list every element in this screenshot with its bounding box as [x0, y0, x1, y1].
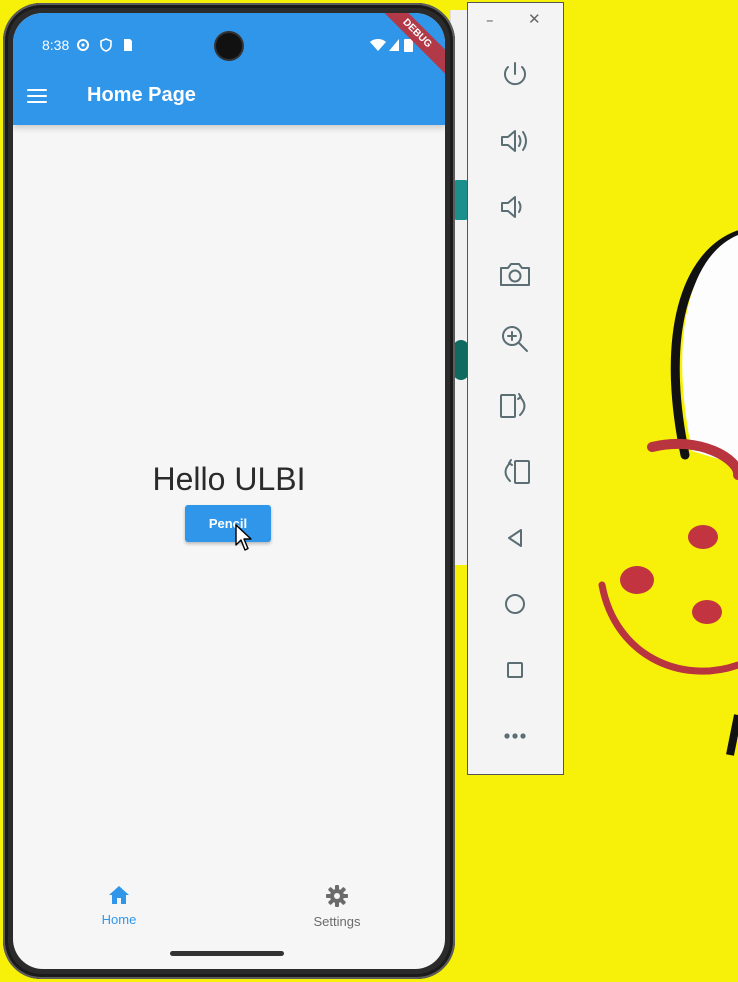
toolbar-window-controls: – ✕	[468, 3, 563, 39]
mascot-line	[726, 714, 738, 756]
back-icon[interactable]	[498, 521, 532, 555]
mascot-eye	[692, 600, 722, 624]
home-icon	[109, 886, 129, 904]
emulator-toolbar: – ✕	[467, 2, 564, 775]
overview-icon[interactable]	[498, 653, 532, 687]
bottom-navigation: Home Settings	[13, 885, 445, 945]
wifi-icon	[370, 39, 386, 51]
mascot-eye	[688, 525, 718, 549]
app-bar: 8:38 DEBUG Home Page	[13, 13, 445, 125]
status-bar: 8:38 DEBUG	[13, 13, 445, 75]
volume-up-icon[interactable]	[498, 124, 532, 158]
phone-frame: 8:38 DEBUG Home Page Hello ULBI Pencil H…	[3, 3, 455, 979]
hamburger-menu-icon[interactable]	[27, 85, 55, 109]
gesture-home-indicator[interactable]	[170, 951, 284, 956]
nav-label-settings: Settings	[313, 914, 361, 929]
smiley-mascot-illustration	[598, 230, 738, 756]
pencil-button[interactable]: Pencil	[185, 505, 271, 542]
gear-icon	[326, 885, 348, 907]
status-time: 8:38	[42, 37, 70, 53]
home-circle-icon[interactable]	[498, 587, 532, 621]
signal-icon	[389, 39, 399, 51]
greeting-text: Hello ULBI	[152, 461, 306, 497]
volume-down-icon[interactable]	[498, 190, 532, 224]
phone-screen: 8:38 DEBUG Home Page Hello ULBI Pencil H…	[13, 13, 445, 969]
nav-item-settings[interactable]: Settings	[287, 885, 387, 929]
front-camera	[216, 33, 242, 59]
zoom-icon[interactable]	[498, 322, 532, 356]
mascot-mouth	[598, 581, 738, 675]
rotate-left-icon[interactable]	[498, 389, 532, 423]
nav-label-home: Home	[101, 912, 137, 927]
minimize-button[interactable]: –	[486, 11, 494, 29]
mascot-cheek	[620, 566, 654, 594]
settings-status-icon	[77, 39, 89, 51]
mascot-face	[682, 235, 738, 465]
more-icon[interactable]	[498, 719, 532, 753]
sim-card-status-icon	[124, 39, 132, 51]
nav-item-home[interactable]: Home	[69, 885, 169, 927]
power-icon[interactable]	[498, 58, 532, 92]
shield-status-icon	[100, 38, 112, 52]
close-button[interactable]: ✕	[528, 10, 541, 28]
rotate-right-icon[interactable]	[498, 455, 532, 489]
camera-icon[interactable]	[498, 257, 532, 291]
page-title: Home Page	[87, 84, 196, 106]
